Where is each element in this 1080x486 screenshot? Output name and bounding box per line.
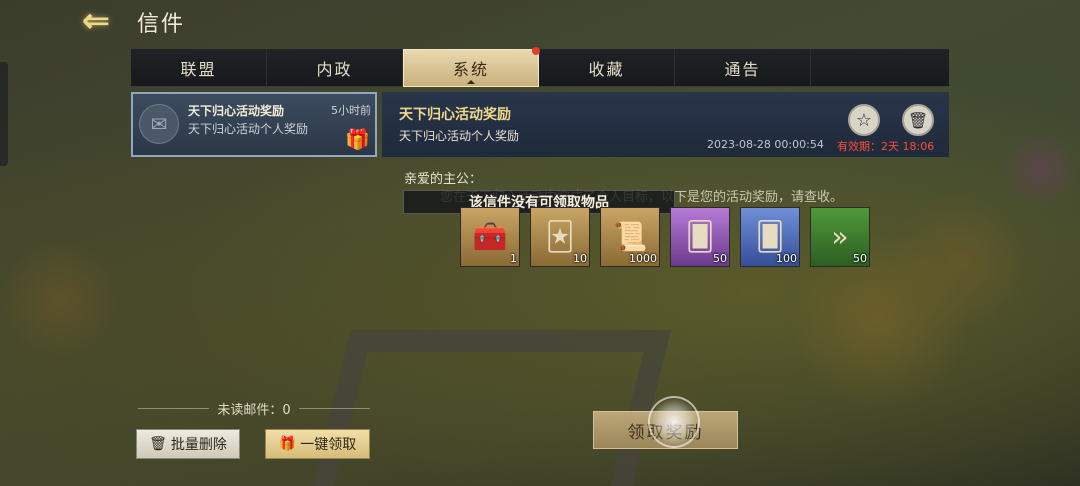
reward-item[interactable]: 📜 1000: [600, 207, 660, 267]
tab-system[interactable]: 系统: [403, 47, 540, 87]
mail-tabs: 联盟 内政 系统 收藏 通告: [131, 47, 949, 87]
claim-reward-button[interactable]: 领取奖励: [593, 411, 738, 449]
gold-card-icon: 🃏: [545, 220, 575, 253]
reward-item[interactable]: » 50: [810, 207, 870, 267]
claim-all-button[interactable]: 🎁 一键领取: [265, 429, 370, 459]
batch-delete-button[interactable]: 🗑 批量删除: [136, 429, 240, 459]
treasure-chest-icon: 🧰: [472, 220, 508, 253]
trash-icon: 🗑: [907, 110, 929, 130]
reward-qty: 100: [776, 252, 797, 265]
tab-alliance[interactable]: 联盟: [131, 49, 267, 87]
unread-count: 未读邮件：0: [138, 398, 370, 418]
mail-detail-subtitle: 天下归心活动个人奖励: [399, 129, 520, 143]
mail-item-title: 天下归心活动奖励: [188, 104, 285, 118]
divider: [298, 407, 370, 409]
reward-qty: 50: [853, 252, 867, 265]
mail-expiry: 有效期：2天 18:06: [837, 140, 935, 153]
tab-favorites[interactable]: 收藏: [539, 49, 675, 87]
tab-internal-affairs[interactable]: 内政: [267, 49, 403, 87]
back-arrow-icon: ⇐: [81, 1, 111, 41]
mail-item-subtitle: 天下归心活动个人奖励: [188, 122, 309, 136]
mail-list-item[interactable]: ✉ 天下归心活动奖励 5小时前 天下归心活动个人奖励 🎁: [131, 92, 377, 157]
back-button[interactable]: ⇐: [72, 1, 120, 41]
side-drawer-handle[interactable]: [0, 62, 8, 166]
batch-delete-label: 批量删除: [170, 437, 227, 453]
reward-item[interactable]: 🧰 1: [460, 207, 520, 267]
blue-card-icon: 🂠: [755, 220, 785, 253]
envelope-icon: ✉: [139, 104, 179, 144]
gift-icon: 🎁: [278, 436, 297, 452]
reward-qty: 10: [573, 252, 587, 265]
divider: [138, 407, 210, 409]
purple-card-icon: 🂠: [685, 220, 715, 253]
header: ⇐ 信件: [0, 0, 1080, 44]
mail-detail-title: 天下归心活动奖励: [399, 107, 511, 123]
reward-item[interactable]: 🃏 10: [530, 207, 590, 267]
reward-qty: 1000: [629, 252, 657, 265]
gift-icon: 🎁: [345, 127, 370, 151]
delete-button[interactable]: 🗑: [902, 104, 934, 136]
mail-greeting: 亲爱的主公：: [404, 172, 483, 187]
reward-qty: 50: [713, 252, 727, 265]
star-icon: ☆: [855, 109, 873, 131]
unread-label: 未读邮件：0: [217, 402, 291, 418]
claim-all-label: 一键领取: [300, 437, 357, 453]
reward-qty: 1: [510, 252, 517, 265]
tab-announcements[interactable]: 通告: [675, 49, 811, 87]
page-title: 信件: [137, 12, 186, 37]
reward-item[interactable]: 🂠 100: [740, 207, 800, 267]
mail-detail-header: 天下归心活动奖励 天下归心活动个人奖励 2023-08-28 00:00:54 …: [382, 92, 949, 157]
mail-date: 2023-08-28 00:00:54: [707, 138, 824, 151]
tab-system-label: 系统: [452, 60, 489, 79]
scroll-icon: 📜: [612, 220, 648, 253]
mail-item-time: 5小时前: [331, 104, 371, 117]
favorite-button[interactable]: ☆: [848, 104, 880, 136]
reward-list: 🧰 1 🃏 10 📜 1000 🂠 50 🂠 100 » 50: [460, 207, 870, 267]
reward-item[interactable]: 🂠 50: [670, 207, 730, 267]
speedup-icon: »: [831, 220, 849, 253]
trash-icon: 🗑: [149, 436, 167, 452]
